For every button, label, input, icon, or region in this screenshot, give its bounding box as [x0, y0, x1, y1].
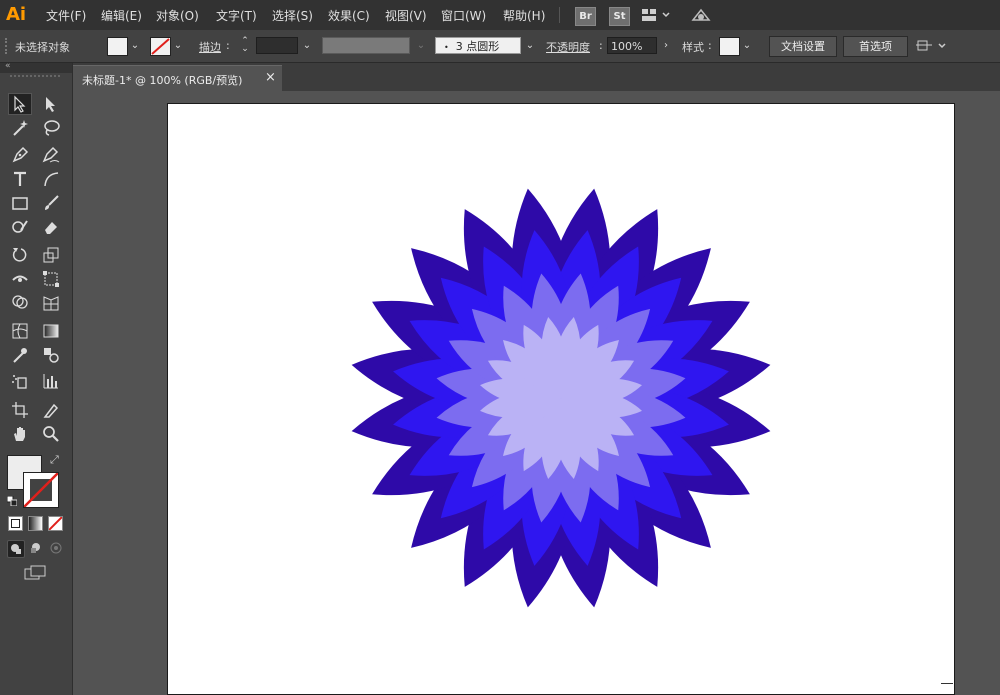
menu-select[interactable]: 选择(S) — [272, 7, 313, 24]
document-tab-title: 未标题-1* @ 100% (RGB/预览) — [82, 74, 243, 87]
variable-width-profile[interactable] — [322, 37, 410, 54]
eraser-tool-icon[interactable] — [40, 217, 62, 237]
type-tool-icon[interactable] — [9, 169, 31, 189]
artboard-corner-mark — [941, 683, 953, 684]
brush-value: 3 点圆形 — [455, 40, 500, 53]
color-mode-icon[interactable] — [8, 516, 23, 531]
menu-object[interactable]: 对象(O) — [156, 7, 199, 24]
style-dropdown[interactable]: ⌄ — [740, 37, 754, 54]
opacity-field[interactable]: 100% — [607, 37, 657, 54]
opacity-label[interactable]: 不透明度 — [546, 39, 590, 55]
rotate-tool-icon[interactable] — [9, 245, 31, 265]
menu-help[interactable]: 帮助(H) — [503, 7, 545, 24]
stroke-color-box[interactable] — [23, 472, 59, 508]
fill-swatch[interactable] — [107, 37, 128, 56]
shaper-tool-icon[interactable] — [9, 217, 31, 237]
menu-file[interactable]: 文件(F) — [46, 7, 86, 24]
selection-status: 未选择对象 — [15, 41, 70, 54]
shape-builder-tool-icon[interactable] — [9, 293, 31, 313]
scale-tool-icon[interactable] — [40, 245, 62, 265]
free-transform-tool-icon[interactable] — [40, 269, 62, 289]
document-tab[interactable]: 未标题-1* @ 100% (RGB/预览) × — [73, 65, 282, 92]
stroke-weight-stepper[interactable]: ⌃ ⌄ — [238, 37, 252, 54]
draw-inside-icon[interactable] — [48, 540, 64, 556]
width-tool-icon[interactable] — [9, 269, 31, 289]
swap-fill-stroke-icon[interactable]: ⤢ — [50, 453, 59, 467]
document-setup-button[interactable]: 文档设置 — [769, 36, 837, 57]
brush-dropdown[interactable]: ⌄ — [523, 37, 537, 54]
menu-effect[interactable]: 效果(C) — [328, 7, 370, 24]
menu-window[interactable]: 窗口(W) — [441, 7, 486, 24]
gradient-tool-icon[interactable] — [40, 321, 62, 341]
none-mode-icon[interactable] — [48, 516, 63, 531]
stroke-label[interactable]: 描边 — [199, 39, 221, 55]
variable-width-dropdown[interactable]: ⌄ — [414, 37, 428, 54]
blend-tool-icon[interactable] — [40, 345, 62, 365]
lasso-tool-icon[interactable] — [40, 118, 62, 138]
magic-wand-tool-icon[interactable] — [9, 118, 31, 138]
menu-type[interactable]: 文字(T) — [216, 7, 257, 24]
pen-tool-icon[interactable] — [9, 145, 31, 165]
zoom-tool-icon[interactable] — [40, 424, 62, 444]
column-graph-tool-icon[interactable] — [40, 371, 62, 391]
tools-panel: « ⤢ — [0, 61, 73, 695]
stroke-weight-field[interactable] — [256, 37, 298, 54]
eyedropper-tool-icon[interactable] — [9, 345, 31, 365]
selection-tool-icon[interactable] — [8, 93, 32, 115]
rectangle-tool-icon[interactable] — [9, 193, 31, 213]
style-swatch[interactable] — [719, 37, 740, 56]
style-label: 样式 — [682, 41, 704, 54]
fill-dropdown[interactable]: ⌄ — [128, 37, 142, 54]
brush-definition[interactable]: • 3 点圆形 — [435, 37, 521, 54]
tools-panel-header[interactable]: « — [0, 61, 72, 73]
draw-normal-icon[interactable] — [7, 540, 25, 558]
artboard-tool-icon[interactable] — [9, 400, 31, 420]
direct-selection-tool-icon[interactable] — [40, 94, 62, 114]
slice-tool-icon[interactable] — [40, 400, 62, 420]
close-tab-icon[interactable]: × — [265, 70, 276, 85]
menu-bar: Ai 文件(F) 编辑(E) 对象(O) 文字(T) 选择(S) 效果(C) 视… — [0, 0, 1000, 30]
curvature-tool-icon[interactable] — [40, 145, 62, 165]
bridge-button[interactable]: Br — [575, 7, 596, 26]
align-options-icon[interactable] — [916, 38, 948, 57]
menu-edit[interactable]: 编辑(E) — [101, 7, 142, 24]
flower-artwork[interactable] — [168, 104, 954, 694]
stroke-weight-dropdown[interactable]: ⌄ — [300, 37, 314, 54]
stroke-dropdown[interactable]: ⌄ — [171, 37, 185, 54]
paintbrush-tool-icon[interactable] — [40, 193, 62, 213]
mesh-tool-icon[interactable] — [9, 321, 31, 341]
gradient-mode-icon[interactable] — [28, 516, 43, 531]
opacity-arrow[interactable]: › — [659, 37, 673, 54]
symbol-sprayer-tool-icon[interactable] — [9, 371, 31, 391]
gpu-performance-icon[interactable] — [690, 6, 712, 27]
default-fill-stroke-icon[interactable] — [6, 495, 18, 507]
draw-behind-icon[interactable] — [28, 540, 44, 556]
stroke-swatch[interactable] — [150, 37, 171, 56]
line-segment-tool-icon[interactable] — [40, 169, 62, 189]
screen-mode-icon[interactable] — [24, 565, 48, 581]
perspective-grid-tool-icon[interactable] — [40, 293, 62, 313]
arrange-documents-icon[interactable] — [641, 8, 671, 25]
preferences-button[interactable]: 首选项 — [843, 36, 908, 57]
control-bar: 未选择对象 ⌄ ⌄ 描边 : ⌃ ⌄ ⌄ ⌄ • 3 点圆形 ⌄ 不透明度 : 1… — [0, 30, 1000, 63]
menu-view[interactable]: 视图(V) — [385, 7, 427, 24]
app-logo: Ai — [6, 4, 27, 25]
stock-button[interactable]: St — [609, 7, 630, 26]
hand-tool-icon[interactable] — [9, 424, 31, 444]
artboard[interactable] — [167, 103, 955, 695]
